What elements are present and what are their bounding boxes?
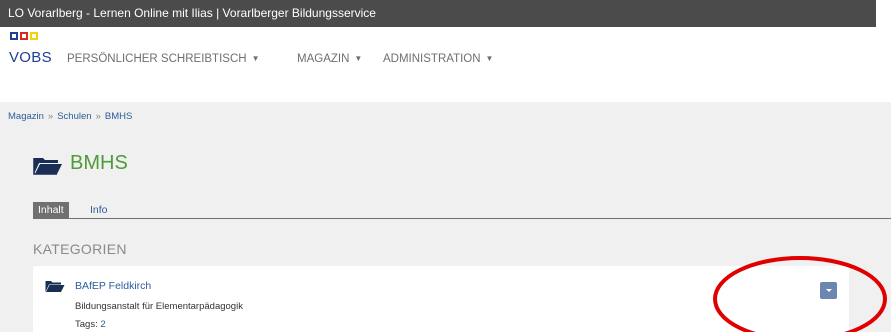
tags-label: Tags: [75,319,98,330]
section-title: KATEGORIEN [33,241,127,257]
logo-square-blue [10,32,18,40]
breadcrumb-item-current[interactable]: BMHS [105,111,132,122]
caret-down-icon: ▼ [485,54,494,64]
category-description: Bildungsanstalt für Elementarpädagogik [75,301,243,312]
category-list-item: BAfEP Feldkirch Bildungsanstalt für Elem… [33,266,849,332]
breadcrumb-item[interactable]: Schulen [57,111,91,122]
actions-dropdown-button[interactable] [820,282,837,299]
nav-item-label: ADMINISTRATION [383,53,481,65]
nav-item-administration[interactable]: ADMINISTRATION ▼ [383,53,493,65]
breadcrumb-separator: » [95,111,101,122]
nav-item-label: PERSÖNLICHER SCHREIBTISCH [67,53,247,65]
tab-info[interactable]: Info [85,202,113,218]
category-tags: Tags: 2 [75,319,106,330]
logo-squares [10,32,38,42]
breadcrumb-item[interactable]: Magazin [8,111,44,122]
nav-item-magazin[interactable]: MAGAZIN ▼ [297,53,362,65]
breadcrumb: Magazin» Schulen» BMHS [8,111,132,122]
logo-square-red [20,32,28,40]
breadcrumb-separator: » [47,111,54,122]
window-title-bar: LO Vorarlberg - Lernen Online mit Ilias … [0,0,876,27]
tags-value-link[interactable]: 2 [100,319,105,330]
category-title-link[interactable]: BAfEP Feldkirch [75,280,151,292]
folder-icon [33,158,62,175]
logo[interactable]: VOBS [9,49,52,66]
nav-item-label: MAGAZIN [297,53,350,65]
page-title: BMHS [70,152,128,174]
logo-square-yellow [30,32,38,40]
tab-inhalt[interactable]: Inhalt [33,202,69,218]
folder-icon [45,281,65,292]
nav-item-personal-desktop[interactable]: PERSÖNLICHER SCHREIBTISCH ▼ [67,53,259,65]
tab-divider [33,218,891,219]
caret-down-icon: ▼ [354,54,363,64]
window-title: LO Vorarlberg - Lernen Online mit Ilias … [8,6,376,20]
caret-down-icon: ▼ [251,54,260,64]
